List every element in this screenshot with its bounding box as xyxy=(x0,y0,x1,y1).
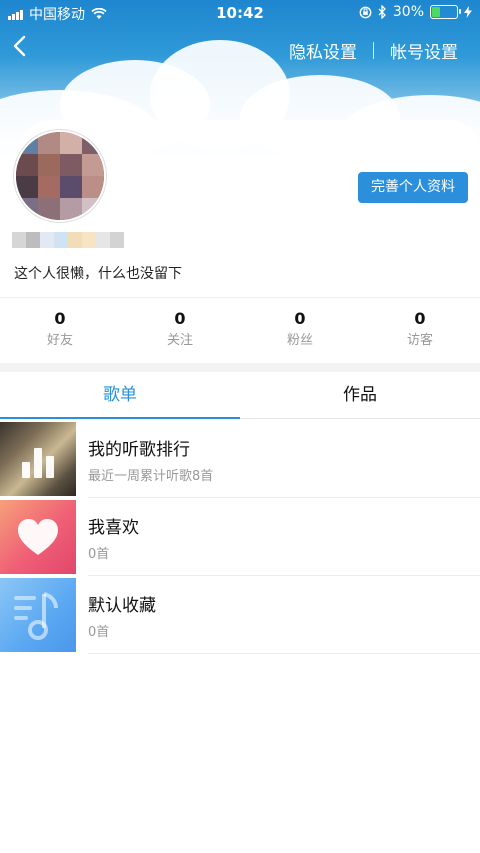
list-item[interactable]: 我喜欢 0首 xyxy=(0,498,480,576)
stat-label: 访客 xyxy=(406,333,433,348)
liked-thumbnail xyxy=(0,500,76,574)
playlist-subtitle: 最近一周累计听歌8首 xyxy=(88,469,214,484)
row-divider xyxy=(88,653,480,654)
stat-label: 粉丝 xyxy=(286,333,313,348)
bluetooth-icon xyxy=(378,5,386,19)
account-settings-link[interactable]: 帐号设置 xyxy=(390,38,458,63)
playlist-title: 我喜欢 xyxy=(88,518,139,538)
nickname-blurred xyxy=(12,232,124,248)
ranking-thumbnail xyxy=(0,422,76,496)
stat-visitors[interactable]: 0 访客 xyxy=(360,308,480,358)
orientation-lock-icon xyxy=(359,6,372,18)
stat-value: 0 xyxy=(414,309,426,328)
battery-icon xyxy=(430,5,461,19)
stat-value: 0 xyxy=(294,309,306,328)
nav-divider xyxy=(373,42,374,59)
avatar[interactable] xyxy=(14,130,106,222)
tab-playlists[interactable]: 歌单 xyxy=(0,372,240,419)
bar-chart-icon xyxy=(22,448,54,478)
stat-following[interactable]: 0 关注 xyxy=(120,308,240,358)
stats-bar: 0 好友 0 关注 0 粉丝 0 访客 xyxy=(0,308,480,358)
privacy-settings-link[interactable]: 隐私设置 xyxy=(289,38,357,63)
battery-percent: 30% xyxy=(392,4,424,20)
stat-label: 好友 xyxy=(46,333,73,348)
section-gap xyxy=(0,363,480,372)
playlist-list: 我的听歌排行 最近一周累计听歌8首 我喜欢 0首 默认收藏 0首 xyxy=(0,420,480,654)
chevron-left-icon xyxy=(13,35,26,57)
music-note-icon xyxy=(14,592,58,640)
content-tabs: 歌单 作品 xyxy=(0,372,480,419)
back-button[interactable] xyxy=(12,34,26,64)
stat-label: 关注 xyxy=(166,333,193,348)
list-item[interactable]: 我的听歌排行 最近一周累计听歌8首 xyxy=(0,420,480,498)
playlist-subtitle: 0首 xyxy=(88,625,110,640)
stat-value: 0 xyxy=(174,309,186,328)
status-bar: 中国移动 10:42 30% xyxy=(0,0,480,26)
edit-profile-button[interactable]: 完善个人资料 xyxy=(358,172,468,203)
tab-works[interactable]: 作品 xyxy=(240,372,480,418)
divider xyxy=(0,297,480,298)
charging-icon xyxy=(464,6,472,18)
stat-friends[interactable]: 0 好友 xyxy=(0,308,120,358)
top-nav: 隐私设置 帐号设置 xyxy=(0,30,480,70)
stat-value: 0 xyxy=(54,309,66,328)
stat-fans[interactable]: 0 粉丝 xyxy=(240,308,360,358)
playlist-title: 默认收藏 xyxy=(88,596,156,616)
heart-icon xyxy=(18,519,58,555)
playlist-title: 我的听歌排行 xyxy=(88,440,190,460)
playlist-subtitle: 0首 xyxy=(88,547,110,562)
profile-bio: 这个人很懒，什么也没留下 xyxy=(14,266,182,282)
collection-thumbnail xyxy=(0,578,76,652)
list-item[interactable]: 默认收藏 0首 xyxy=(0,576,480,654)
